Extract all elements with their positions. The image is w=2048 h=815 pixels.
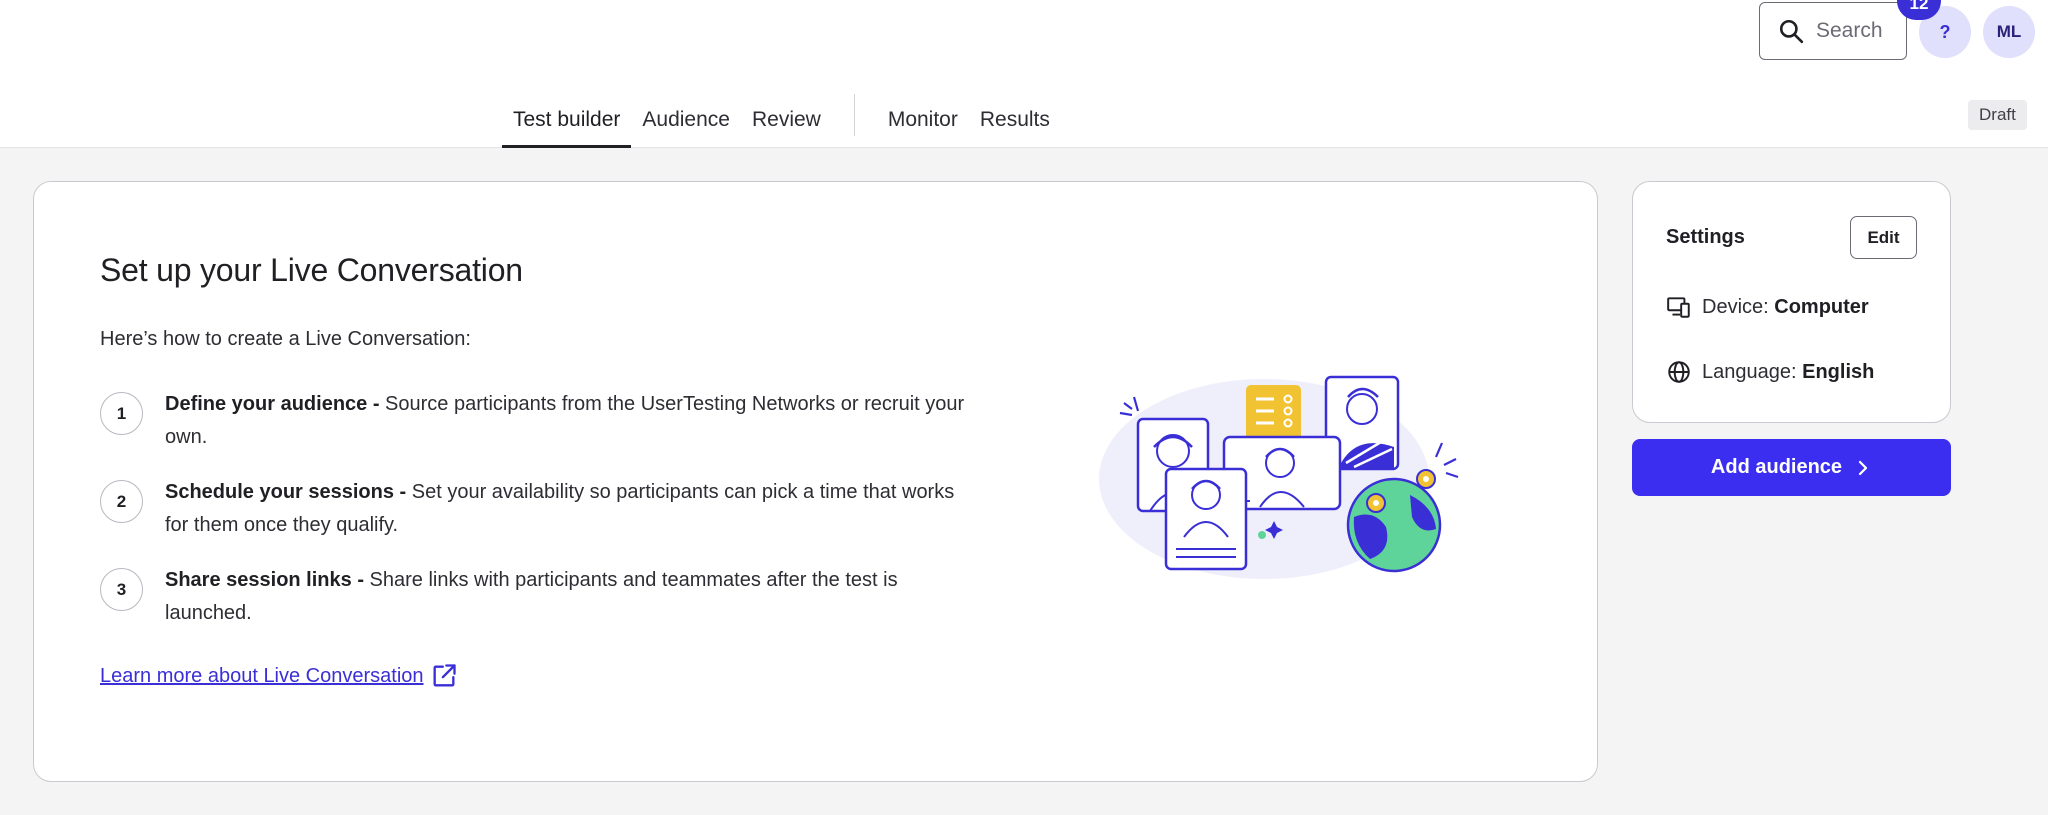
settings-title: Settings: [1666, 226, 1745, 248]
step-number: 3: [100, 568, 143, 611]
tab-test-builder[interactable]: Test builder: [502, 94, 632, 148]
tab-audience[interactable]: Audience: [631, 94, 741, 148]
tab-review[interactable]: Review: [741, 94, 832, 148]
device-value: Computer: [1774, 295, 1869, 318]
settings-panel: Settings Edit Device: Computer Language:…: [1632, 181, 1951, 423]
tab-results[interactable]: Results: [969, 94, 1061, 148]
language-label: Language:: [1702, 360, 1797, 383]
add-audience-button[interactable]: Add audience: [1632, 439, 1951, 496]
step-text: Share session links - Share links with p…: [165, 564, 970, 630]
search-button[interactable]: Search: [1759, 2, 1907, 60]
external-link-icon: [433, 664, 456, 687]
step-text: Schedule your sessions - Set your availa…: [165, 476, 970, 542]
device-label: Device:: [1702, 295, 1769, 318]
help-label: ?: [1939, 21, 1951, 42]
avatar-initials: ML: [1996, 22, 2022, 41]
step-title: Schedule your sessions -: [165, 481, 407, 503]
step-item: 1 Define your audience - Source particip…: [100, 388, 970, 454]
chevron-right-icon: [1858, 460, 1868, 475]
test-tabs: Test builder Audience Review Monitor Res…: [502, 94, 1061, 148]
status-badge: Draft: [1968, 100, 2027, 130]
language-setting: Language: English: [1666, 359, 1874, 385]
learn-more-label: Learn more about Live Conversation: [100, 664, 424, 687]
add-audience-label: Add audience: [1710, 456, 1843, 478]
step-title: Define your audience -: [165, 393, 380, 415]
learn-more-link[interactable]: Learn more about Live Conversation: [100, 662, 458, 690]
edit-settings-button[interactable]: Edit: [1850, 216, 1917, 259]
device-icon: [1667, 297, 1690, 318]
tab-divider: [853, 94, 855, 136]
steps-list: 1 Define your audience - Source particip…: [100, 388, 970, 652]
live-conversation-illustration: [1099, 375, 1459, 579]
language-value: English: [1802, 360, 1875, 383]
globe-icon: [1668, 361, 1690, 383]
page-title: Set up your Live Conversation: [100, 252, 523, 288]
intro-text: Here’s how to create a Live Conversation…: [100, 328, 471, 350]
step-text: Define your audience - Source participan…: [165, 388, 970, 454]
step-title: Share session links -: [165, 569, 364, 591]
step-item: 2 Schedule your sessions - Set your avai…: [100, 476, 970, 542]
live-conversation-card: Set up your Live Conversation Here’s how…: [33, 181, 1598, 782]
step-item: 3 Share session links - Share links with…: [100, 564, 970, 630]
notification-count: 12: [1909, 0, 1929, 13]
top-header: Search ? 12 ML Test builder Audience Rev…: [0, 0, 2048, 148]
search-icon: [1779, 19, 1804, 44]
user-avatar[interactable]: ML: [1983, 6, 2035, 58]
device-setting: Device: Computer: [1666, 294, 1869, 320]
step-number: 1: [100, 392, 143, 435]
tab-monitor[interactable]: Monitor: [877, 94, 969, 148]
search-label: Search: [1816, 19, 1883, 42]
step-number: 2: [100, 480, 143, 523]
